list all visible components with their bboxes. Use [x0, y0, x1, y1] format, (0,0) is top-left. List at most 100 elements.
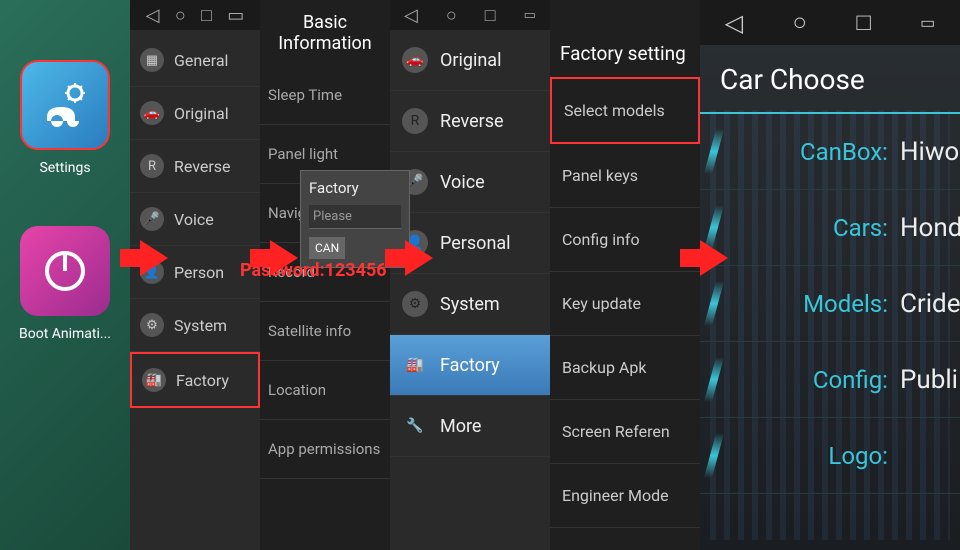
sidebar-label: General	[174, 51, 228, 70]
android-navbar: ◁ ○ □ ▭	[130, 0, 260, 30]
sidebar-item-original[interactable]: 🚗 Original	[130, 87, 260, 140]
sidebar-item-more[interactable]: 🔧 More	[390, 396, 550, 457]
back-icon[interactable]: ◁	[146, 5, 160, 26]
sidebar-label: Reverse	[440, 111, 504, 132]
sidebar-label: Voice	[440, 172, 485, 193]
factory-item-select-models[interactable]: Select models	[550, 77, 700, 144]
gear-icon: ⚙	[402, 291, 428, 317]
row-value: Hond	[900, 213, 960, 243]
row-label: Models:	[740, 290, 900, 318]
sidebar-item-factory[interactable]: 🏭 Factory	[390, 335, 550, 396]
factory-password-dialog: Factory Please CAN	[300, 170, 410, 268]
boot-animation-icon	[20, 226, 110, 316]
building-icon: 🏭	[142, 368, 166, 392]
boot-animation-app[interactable]: Boot Animati...	[19, 226, 111, 342]
sidebar-label: Person	[174, 263, 224, 282]
sidebar-label: Factory	[176, 371, 229, 390]
factory-item-config-info[interactable]: Config info	[550, 208, 700, 272]
grid-icon: ▦	[140, 48, 164, 72]
settings-label: Settings	[39, 160, 90, 176]
person-icon: 👤	[140, 260, 164, 284]
gallery-icon[interactable]: ▭	[227, 5, 244, 26]
sidebar-item-reverse[interactable]: R Reverse	[130, 140, 260, 193]
settings-sidebar-2: ◁ ○ □ ▭ 🚗 Original R Reverse 🎤Voice 👤Perso…	[390, 0, 550, 550]
row-label: Config:	[740, 366, 900, 394]
sidebar-label: Reverse	[174, 157, 231, 176]
sidebar-label: Original	[174, 104, 229, 123]
car-row-cars[interactable]: Cars: Hond	[700, 190, 960, 266]
sidebar-item-original[interactable]: 🚗 Original	[390, 30, 550, 91]
car-choose-header: Car Choose	[700, 45, 960, 114]
panel-header: Factory setting	[550, 30, 700, 77]
row-label: CanBox:	[740, 138, 900, 166]
sidebar-item-voice[interactable]: 🎤 Voice	[130, 193, 260, 246]
sidebar-item-factory[interactable]: 🏭 Factory	[130, 352, 260, 408]
basic-info-panel: Basic Information Sleep Time Panel light…	[260, 0, 390, 550]
info-item-sleep-time[interactable]: Sleep Time	[260, 66, 390, 125]
home-icon[interactable]: ○	[446, 5, 457, 26]
car-icon: 🚗	[140, 101, 164, 125]
sidebar-label: Factory	[440, 355, 500, 376]
settings-app[interactable]: Settings	[20, 60, 110, 176]
row-label: Cars:	[740, 214, 900, 242]
wrench-icon: 🔧	[402, 413, 428, 439]
sidebar-label: System	[440, 294, 500, 315]
car-row-config[interactable]: Config: Publi	[700, 342, 960, 418]
row-value: Cride	[900, 289, 960, 319]
dialog-title: Factory	[309, 179, 401, 197]
sidebar-label: More	[440, 416, 481, 437]
gear-icon: ⚙	[140, 313, 164, 337]
password-input[interactable]: Please	[309, 205, 401, 229]
sidebar-label: Personal	[440, 233, 511, 254]
boot-animation-label: Boot Animati...	[19, 326, 111, 342]
row-value: Publi	[900, 365, 960, 395]
cancel-button[interactable]: CAN	[309, 237, 345, 259]
sidebar-item-general[interactable]: ▦ General	[130, 34, 260, 87]
car-row-logo[interactable]: Logo:	[700, 418, 960, 494]
recent-icon[interactable]: □	[201, 5, 212, 26]
factory-item-engineer-mode[interactable]: Engineer Mode	[550, 464, 700, 528]
home-screen: Settings Boot Animati...	[0, 0, 130, 550]
back-icon[interactable]: ◁	[725, 9, 743, 37]
sidebar-item-personal[interactable]: 👤Personal	[390, 213, 550, 274]
sidebar-item-system[interactable]: ⚙ System	[130, 299, 260, 352]
sidebar-list: 🚗 Original R Reverse 🎤Voice 👤Personal ⚙ Sys…	[390, 30, 550, 457]
home-icon[interactable]: ○	[792, 8, 807, 37]
info-item-location[interactable]: Location	[260, 361, 390, 420]
car-choose-panel: ◁ ○ □ ▭ Car Choose CanBox: Hiwo Cars: Ho…	[700, 0, 960, 550]
panel-header: Basic Information	[260, 0, 390, 66]
reverse-icon: R	[140, 154, 164, 178]
reverse-icon: R	[402, 108, 428, 134]
sidebar-item-voice[interactable]: 🎤Voice	[390, 152, 550, 213]
sidebar-item-reverse[interactable]: R Reverse	[390, 91, 550, 152]
home-icon[interactable]: ○	[175, 5, 186, 26]
factory-list: Select models Panel keys Config info Key…	[550, 77, 700, 528]
gallery-icon[interactable]: ▭	[524, 8, 536, 23]
recent-icon[interactable]: □	[856, 8, 871, 37]
building-icon: 🏭	[402, 352, 428, 378]
sidebar-label: Original	[440, 50, 501, 71]
mic-icon: 🎤	[140, 207, 164, 231]
sidebar-item-system[interactable]: ⚙ System	[390, 274, 550, 335]
factory-settings-panel: Factory setting Select models Panel keys…	[550, 0, 700, 550]
factory-item-panel-keys[interactable]: Panel keys	[550, 144, 700, 208]
car-icon: 🚗	[402, 47, 428, 73]
info-item-app-permissions[interactable]: App permissions	[260, 420, 390, 479]
car-row-models[interactable]: Models: Cride	[700, 266, 960, 342]
password-hint: Password:123456	[240, 260, 387, 281]
factory-item-backup-apk[interactable]: Backup Apk	[550, 336, 700, 400]
factory-item-key-update[interactable]: Key update	[550, 272, 700, 336]
row-label: Logo:	[740, 442, 900, 470]
info-item-satellite[interactable]: Satellite info	[260, 302, 390, 361]
settings-app-icon	[20, 60, 110, 150]
android-navbar: ◁ ○ □ ▭	[390, 0, 550, 30]
recent-icon[interactable]: □	[485, 5, 496, 26]
gallery-icon[interactable]: ▭	[920, 13, 935, 32]
sidebar-list: ▦ General 🚗 Original R Reverse 🎤 Voice 👤 Pers…	[130, 30, 260, 408]
back-icon[interactable]: ◁	[404, 5, 418, 26]
android-navbar: ◁ ○ □ ▭	[700, 0, 960, 45]
car-row-canbox[interactable]: CanBox: Hiwo	[700, 114, 960, 190]
sidebar-label: Voice	[174, 210, 214, 229]
factory-item-screen-reference[interactable]: Screen Referen	[550, 400, 700, 464]
sidebar-label: System	[174, 316, 227, 335]
